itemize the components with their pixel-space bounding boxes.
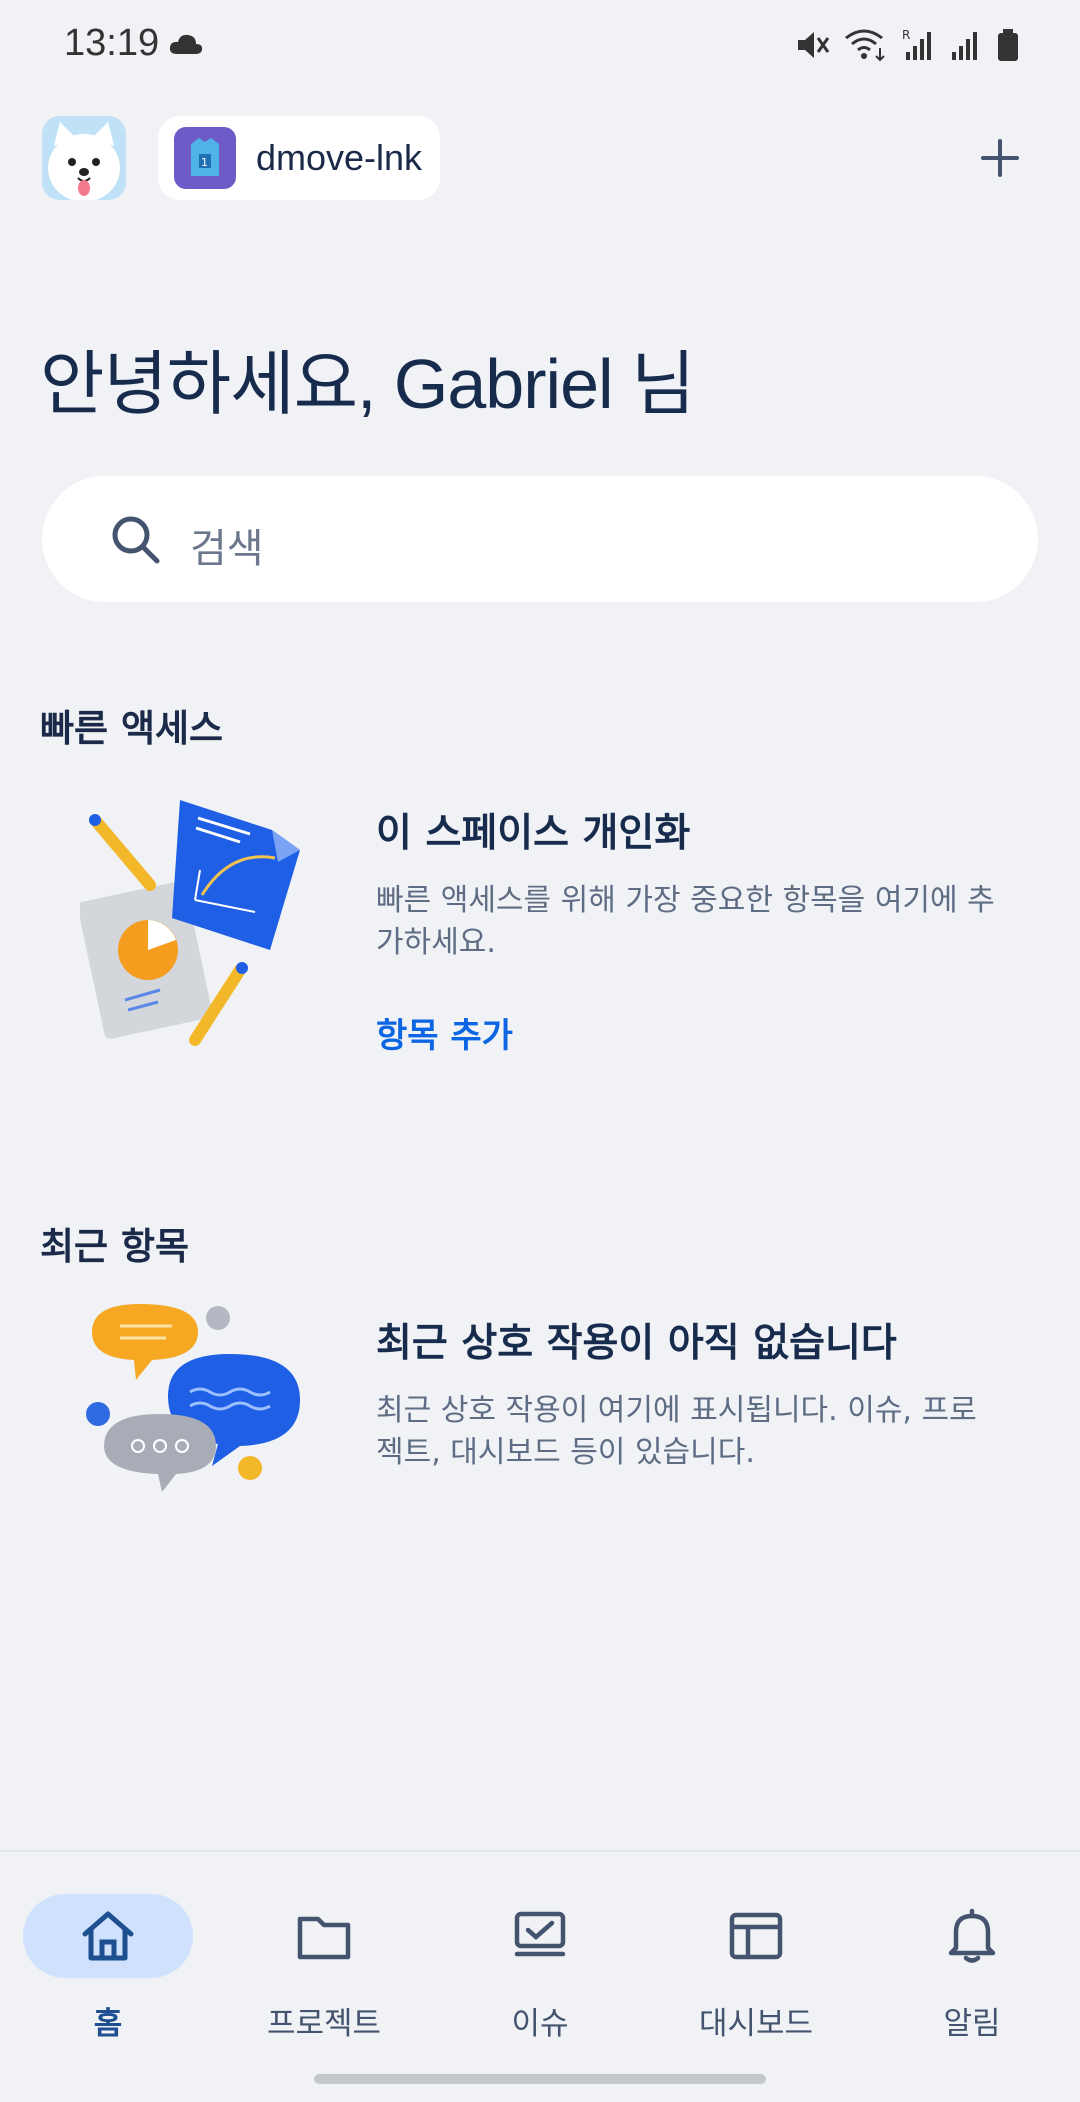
avatar[interactable] xyxy=(42,116,126,200)
workspace-switcher[interactable]: 1 dmove-lnk xyxy=(158,116,441,200)
folder-icon xyxy=(297,1916,351,1960)
nav-notifications[interactable]: 알림 xyxy=(872,1882,1072,2042)
greeting-title: 안녕하세요, Gabriel 님 xyxy=(40,345,695,423)
status-icons: R xyxy=(796,28,1020,62)
nav-issues[interactable]: 이슈 xyxy=(440,1882,640,2042)
add-button[interactable] xyxy=(970,128,1030,188)
chat-bubbles-illustration xyxy=(80,1296,310,1520)
search-bar[interactable]: 검색 xyxy=(42,476,1038,602)
dashboard-icon xyxy=(729,1912,783,1960)
nav-dashboards-icon-wrap xyxy=(671,1894,841,1978)
nav-home-label: 홈 xyxy=(93,2006,123,2042)
wifi-icon xyxy=(845,29,885,62)
nav-projects[interactable]: 프로젝트 xyxy=(224,1882,424,2042)
issue-icon xyxy=(514,1911,566,1957)
status-bar: 13:19 R xyxy=(0,0,1080,96)
nav-dashboards-label: 대시보드 xyxy=(698,2006,814,2042)
recent-card-title: 최근 상호 작용이 아직 없습니다 xyxy=(376,1321,897,1366)
home-icon xyxy=(82,1911,134,1961)
quick-access-title: 빠른 액세스 xyxy=(40,707,224,750)
nav-projects-label: 프로젝트 xyxy=(266,2006,382,2042)
workspace-icon: 1 xyxy=(174,127,236,189)
quick-access-card-title: 이 스페이스 개인화 xyxy=(376,811,691,856)
workspace-name: dmove-lnk xyxy=(256,137,423,178)
nav-notifications-icon-wrap xyxy=(887,1894,1057,1978)
dog-avatar-icon xyxy=(42,116,126,200)
nav-issues-label: 이슈 xyxy=(511,2006,569,2042)
signal-icon xyxy=(952,32,977,60)
nav-home-icon-wrap xyxy=(23,1894,193,1978)
nav-home[interactable]: 홈 xyxy=(8,1882,208,2042)
nav-projects-icon-wrap xyxy=(239,1894,409,1978)
top-bar: 1 dmove-lnk xyxy=(40,114,1040,204)
nav-notifications-label: 알림 xyxy=(943,2006,1001,2042)
recent-card-desc: 최근 상호 작용이 여기에 표시됩니다. 이슈, 프로젝트, 대시보드 등이 있… xyxy=(376,1393,977,1470)
plus-icon xyxy=(981,139,1019,177)
mute-icon xyxy=(798,32,830,58)
add-item-link[interactable]: 항목 추가 xyxy=(376,1008,513,1057)
search-placeholder: 검색 xyxy=(190,526,264,572)
cloud-icon xyxy=(168,32,204,60)
nav-dashboards[interactable]: 대시보드 xyxy=(656,1882,856,2042)
signal-r-icon: R xyxy=(902,28,931,60)
bottom-navigation: 홈 프로젝트 이슈 대시보드 알림 xyxy=(0,1850,1080,2102)
svg-text:R: R xyxy=(902,28,910,42)
documents-illustration xyxy=(77,790,310,1064)
battery-icon xyxy=(998,29,1018,61)
recent-items-title: 최근 항목 xyxy=(40,1225,190,1268)
search-icon xyxy=(110,514,162,570)
bell-icon xyxy=(948,1908,996,1963)
home-indicator[interactable] xyxy=(314,2074,766,2084)
status-time: 13:19 xyxy=(64,22,160,64)
quick-access-card-desc: 빠른 액세스를 위해 가장 중요한 항목을 여기에 추가하세요. xyxy=(376,883,995,960)
svg-text:1: 1 xyxy=(201,156,208,169)
nav-issues-icon-wrap xyxy=(455,1894,625,1978)
